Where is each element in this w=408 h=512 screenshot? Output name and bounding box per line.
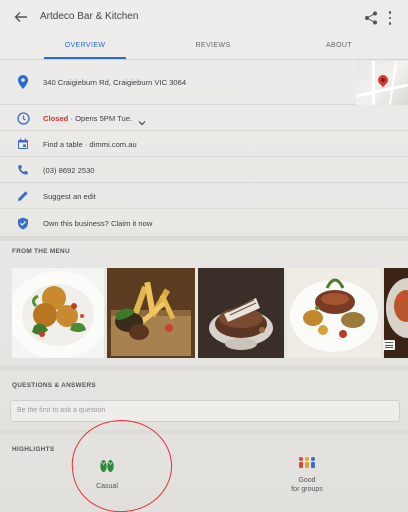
hours-status: Closed <box>43 114 69 123</box>
ask-question-placeholder: Be the first to ask a question <box>17 407 106 414</box>
menu-photo[interactable] <box>107 268 195 358</box>
phone-icon <box>16 163 30 177</box>
phone-text: (03) 8692 2530 <box>43 166 95 175</box>
address-text: 340 Craigieburn Rd, Craigieburn VIC 3064 <box>43 78 187 87</box>
hours-detail: · Opens 5PM Tue. <box>70 114 133 123</box>
highlight-label-line2: for groups <box>291 486 323 493</box>
menu-section-title: FROM THE MENU <box>12 248 70 255</box>
calendar-icon <box>16 137 30 151</box>
ask-question-input[interactable]: Be the first to ask a question <box>10 400 400 422</box>
qa-section-title: QUESTIONS & ANSWERS <box>12 382 96 389</box>
clock-icon <box>16 111 30 125</box>
tab-overview[interactable]: OVERVIEW <box>45 42 125 49</box>
menu-photo[interactable] <box>12 268 104 358</box>
tab-about[interactable]: ABOUT <box>299 42 379 49</box>
suggest-edit-row[interactable]: Suggest an edit <box>0 183 408 209</box>
place-title: Artdeco Bar & Kitchen <box>40 11 139 22</box>
menu-photo-strip <box>0 268 408 360</box>
highlight-label-line1: Good <box>298 477 316 484</box>
menu-photo[interactable] <box>198 268 284 358</box>
highlights-section-title: HIGHLIGHTS <box>12 446 55 453</box>
reservation-text: Find a table · dimmi.com.au <box>43 140 137 149</box>
phone-row[interactable]: (03) 8692 2530 <box>0 157 408 183</box>
section-divider <box>0 430 408 434</box>
share-icon[interactable] <box>364 11 378 25</box>
group-icon <box>272 453 342 473</box>
suggest-edit-text: Suggest an edit <box>43 192 96 201</box>
hours-text: Closed · Opens 5PM Tue. <box>43 114 132 123</box>
section-divider <box>0 237 408 241</box>
highlight-good-for-groups: Good for groups <box>272 453 342 494</box>
reservation-row[interactable]: Find a table · dimmi.com.au <box>0 131 408 157</box>
section-divider <box>0 366 408 370</box>
top-bar: Artdeco Bar & Kitchen <box>0 0 408 34</box>
map-thumbnail[interactable] <box>356 61 408 105</box>
more-vert-icon[interactable] <box>387 10 393 26</box>
place-details-page: Artdeco Bar & Kitchen OVERVIEW REVIEWS A… <box>0 0 408 512</box>
address-row[interactable]: 340 Craigieburn Rd, Craigieburn VIC 3064 <box>0 61 408 105</box>
menu-photo[interactable] <box>287 268 381 358</box>
hours-row[interactable]: Closed · Opens 5PM Tue. <box>0 105 408 131</box>
location-pin-icon <box>16 75 30 89</box>
chevron-down-icon[interactable] <box>138 114 146 126</box>
verified-shield-icon <box>16 216 30 230</box>
arrow-left-icon[interactable] <box>12 8 30 26</box>
claim-row[interactable]: Own this business? Claim it now <box>0 209 408 237</box>
photo-gallery-icon[interactable] <box>383 340 395 350</box>
claim-text: Own this business? Claim it now <box>43 219 153 228</box>
pencil-icon <box>16 189 30 203</box>
highlight-label: Good for groups <box>272 476 342 494</box>
map-pin-icon <box>375 72 391 88</box>
tab-reviews[interactable]: REVIEWS <box>173 42 253 49</box>
tab-indicator <box>44 57 126 59</box>
